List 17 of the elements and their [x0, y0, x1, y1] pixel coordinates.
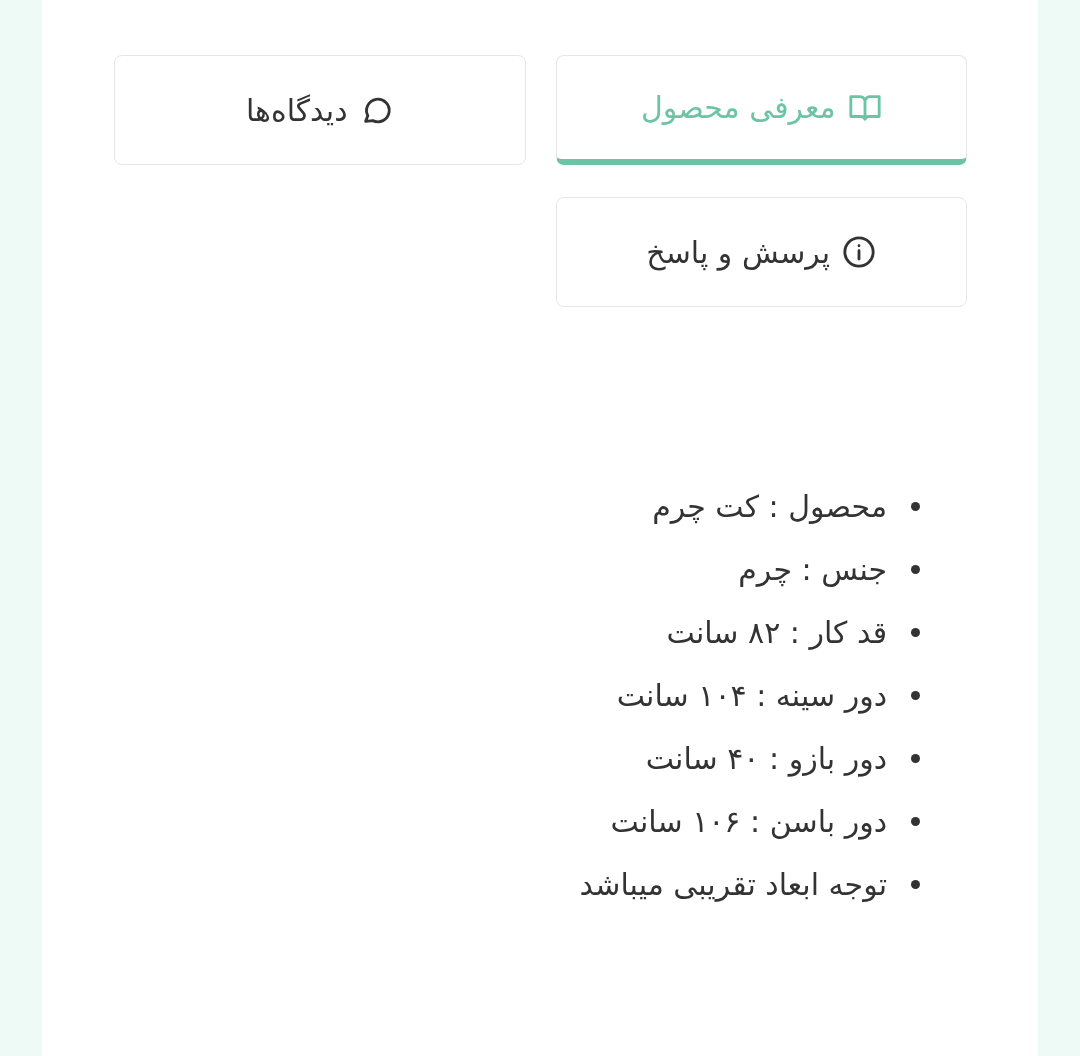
- bullet-icon: [911, 565, 920, 574]
- bullet-icon: [911, 502, 920, 511]
- detail-text: قد کار : ۸۲ سانت: [666, 615, 887, 650]
- tab[interactable]: پرسش و پاسخ: [555, 197, 967, 307]
- bullet-icon: [911, 628, 920, 637]
- info-icon: [842, 235, 877, 269]
- detail-text: توجه ابعاد تقریبی میباشد: [579, 867, 887, 902]
- detail-text: محصول : کت چرم: [652, 489, 887, 524]
- detail-text: دور بازو : ۴۰ سانت: [645, 741, 887, 776]
- detail-text: دور باسن : ۱۰۶ سانت: [610, 804, 887, 839]
- detail-text: دور سینه : ۱۰۴ سانت: [616, 678, 887, 713]
- bullet-icon: [911, 817, 920, 826]
- bullet-icon: [911, 754, 920, 763]
- detail-text: جنس : چرم: [738, 552, 887, 587]
- bullet-icon: [911, 880, 920, 889]
- tab[interactable]: دیدگاه‌ها: [114, 55, 526, 165]
- bullet-icon: [911, 691, 920, 700]
